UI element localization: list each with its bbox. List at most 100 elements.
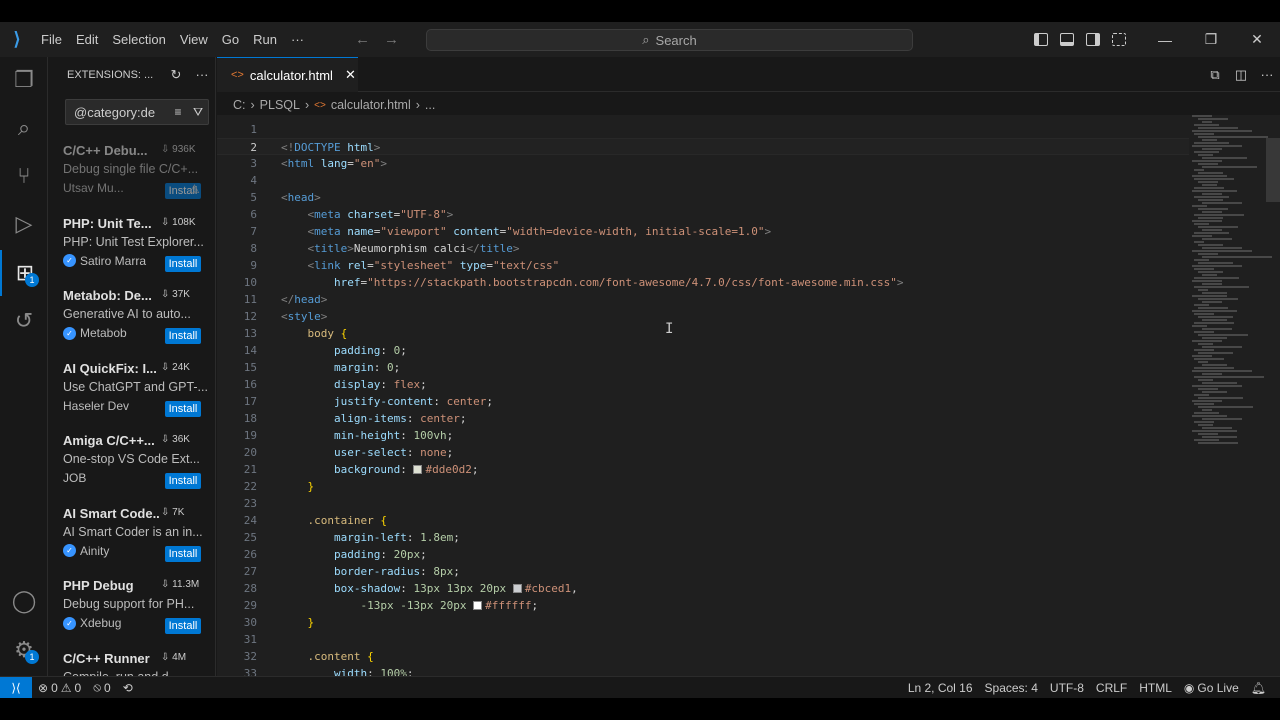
extension-item[interactable]: Metabob: De... ⇩ 37K Generative AI to auto… (48, 278, 215, 351)
code-line[interactable]: 7 <meta name="viewport" content="width=d… (217, 223, 1189, 240)
install-button[interactable]: Install (165, 400, 201, 417)
code-line[interactable]: 22 } (217, 478, 1189, 495)
code-line[interactable]: 30 } (217, 614, 1189, 631)
extension-item[interactable]: AI Smart Code... ⇩ 7K AI Smart Coder is an… (48, 496, 215, 569)
timeline-icon[interactable]: ↺ (0, 298, 48, 344)
install-button[interactable]: Install (165, 328, 201, 344)
extension-item[interactable]: PHP: Unit Te... ⇩ 108K PHP: Unit Test Expl… (48, 206, 215, 279)
code-line[interactable]: 9 <link rel="stylesheet" type="text/css" (217, 257, 1189, 274)
menu-run[interactable]: Run (246, 22, 284, 57)
breadcrumb-drive[interactable]: C: (233, 98, 246, 112)
minimap[interactable] (1190, 115, 1272, 676)
indentation[interactable]: Spaces: 4 (979, 681, 1044, 695)
explorer-icon[interactable]: ❐ (0, 57, 48, 103)
code-line[interactable]: 13 body { (217, 325, 1189, 342)
code-line[interactable]: 11 </head> (217, 291, 1189, 308)
code-line[interactable]: 26 padding: 20px; (217, 546, 1189, 563)
notifications-bell-icon[interactable]: 🔔︎ (1245, 681, 1272, 695)
code-line[interactable]: 5 <head> (217, 189, 1189, 206)
code-line[interactable]: 33 width: 100%; (217, 665, 1189, 676)
extension-item[interactable]: PHP Debug ⇩ 11.3M Debug support for PH... ✓… (48, 568, 215, 641)
go-live-button[interactable]: ◉ Go Live (1178, 681, 1245, 695)
menu-edit[interactable]: Edit (69, 22, 105, 57)
code-line[interactable]: 24 .container { (217, 512, 1189, 529)
extensions-search-input[interactable]: @category:de ≡ ⛛ (65, 99, 209, 125)
encoding[interactable]: UTF-8 (1044, 681, 1090, 695)
ports-status[interactable]: ⦸ 0 (87, 680, 117, 695)
accounts-icon[interactable]: ◯ (0, 578, 48, 624)
toggle-secondary-sidebar-icon[interactable] (1080, 22, 1106, 57)
breadcrumb-symbols[interactable]: ... (425, 98, 435, 112)
extension-item[interactable]: C/C++ Debu... ⇩ 936K Debug single file C/C… (48, 133, 215, 206)
code-line[interactable]: 8 <title>Neumorphism calci</title> (217, 240, 1189, 257)
code-line[interactable]: 27 border-radius: 8px; (217, 563, 1189, 580)
editor-more-icon[interactable]: ··· (1254, 67, 1280, 82)
code-line[interactable]: 3 <html lang="en"> (217, 155, 1189, 172)
install-button[interactable]: Install (165, 618, 201, 634)
code-line[interactable]: 29 -13px -13px 20px #ffffff; (217, 597, 1189, 614)
code-line[interactable]: 23 (217, 495, 1189, 512)
install-button[interactable]: Install (165, 545, 201, 562)
menu-view[interactable]: View (173, 22, 215, 57)
menu-file[interactable]: File (34, 22, 69, 57)
problems-status[interactable]: ⊗ 0 ⚠ 0 (32, 681, 87, 695)
toggle-primary-sidebar-icon[interactable] (1028, 22, 1054, 57)
install-button[interactable]: Install (165, 255, 201, 272)
cursor-position[interactable]: Ln 2, Col 16 (902, 681, 979, 695)
forward-arrow-icon[interactable]: → (384, 31, 399, 48)
live-share-icon[interactable]: ⟲ (117, 681, 139, 695)
code-line[interactable]: 25 margin-left: 1.8em; (217, 529, 1189, 546)
menu-more[interactable]: ··· (284, 22, 311, 57)
install-button[interactable]: Install (165, 473, 201, 489)
breadcrumb-file[interactable]: calculator.html (331, 98, 411, 112)
tab-calculator-html[interactable]: <> calculator.html ✕ (217, 57, 358, 92)
split-editor-icon[interactable]: ◫ (1228, 67, 1254, 83)
code-line[interactable]: 19 min-height: 100vh; (217, 427, 1189, 444)
refresh-icon[interactable]: ↻ (163, 67, 189, 83)
code-line[interactable]: 1 (217, 121, 1189, 138)
close-window-button[interactable]: ✕ (1234, 22, 1280, 57)
code-line[interactable]: 18 align-items: center; (217, 410, 1189, 427)
command-center-search[interactable]: ⌕ Search (426, 29, 913, 51)
code-line[interactable]: 10 href="https://stackpath.bootstrapcdn.… (217, 274, 1189, 291)
code-line[interactable]: 15 margin: 0; (217, 359, 1189, 376)
toggle-panel-icon[interactable] (1054, 22, 1080, 57)
extensions-icon[interactable]: ⊞ 1 (0, 250, 48, 296)
minimize-button[interactable]: — (1142, 22, 1188, 57)
code-line[interactable]: 20 user-select: none; (217, 444, 1189, 461)
code-line[interactable]: 14 padding: 0; (217, 342, 1189, 359)
restore-button[interactable]: ❐ (1188, 22, 1234, 57)
breadcrumb-folder[interactable]: PLSQL (260, 98, 300, 112)
customize-layout-icon[interactable] (1106, 22, 1132, 57)
close-tab-icon[interactable]: ✕ (345, 67, 356, 83)
clear-filter-icon[interactable]: ≡ (168, 105, 188, 119)
run-debug-icon[interactable]: ▷ (0, 201, 48, 247)
menu-selection[interactable]: Selection (105, 22, 172, 57)
open-preview-icon[interactable]: ⧉ (1202, 67, 1228, 83)
language-mode[interactable]: HTML (1133, 681, 1178, 695)
extension-item[interactable]: AI QuickFix: I... ⇩ 24K Use ChatGPT and GP… (48, 351, 215, 424)
code-line[interactable]: 21 background: #dde0d2; (217, 461, 1189, 478)
filter-icon[interactable]: ⛛ (188, 105, 208, 120)
search-view-icon[interactable]: ⌕ (0, 105, 48, 151)
extension-item[interactable]: C/C++ Runner⇩ 4MCompile, run and d... (48, 641, 215, 677)
back-arrow-icon[interactable]: ← (355, 31, 370, 48)
code-editor[interactable]: I 1 2 <!DOCTYPE html> 3 <html lang="en"> 4 5 <h… (217, 115, 1280, 676)
code-line[interactable]: 16 display: flex; (217, 376, 1189, 393)
manage-gear-icon[interactable]: ⚙ 1 (0, 627, 48, 673)
extension-item[interactable]: Amiga C/C++... ⇩ 36K One-stop VS Code Ext.… (48, 423, 215, 496)
code-line[interactable]: 6 <meta charset="UTF-8"> (217, 206, 1189, 223)
vertical-scrollbar[interactable] (1266, 138, 1280, 202)
source-control-icon[interactable]: ⑂ (0, 153, 48, 199)
remote-indicator-icon[interactable]: ⟩⟨ (0, 676, 32, 698)
code-line[interactable]: 32 .content { (217, 648, 1189, 665)
code-line[interactable]: 4 (217, 172, 1189, 189)
more-actions-icon[interactable]: ··· (189, 67, 215, 82)
end-of-line[interactable]: CRLF (1090, 681, 1133, 695)
code-line[interactable]: 28 box-shadow: 13px 13px 20px #cbced1, (217, 580, 1189, 597)
code-line[interactable]: 17 justify-content: center; (217, 393, 1189, 410)
menu-go[interactable]: Go (215, 22, 246, 57)
code-line[interactable]: 31 (217, 631, 1189, 648)
code-line[interactable]: 12 <style> (217, 308, 1189, 325)
code-line[interactable]: 2 <!DOCTYPE html> (217, 138, 1189, 155)
